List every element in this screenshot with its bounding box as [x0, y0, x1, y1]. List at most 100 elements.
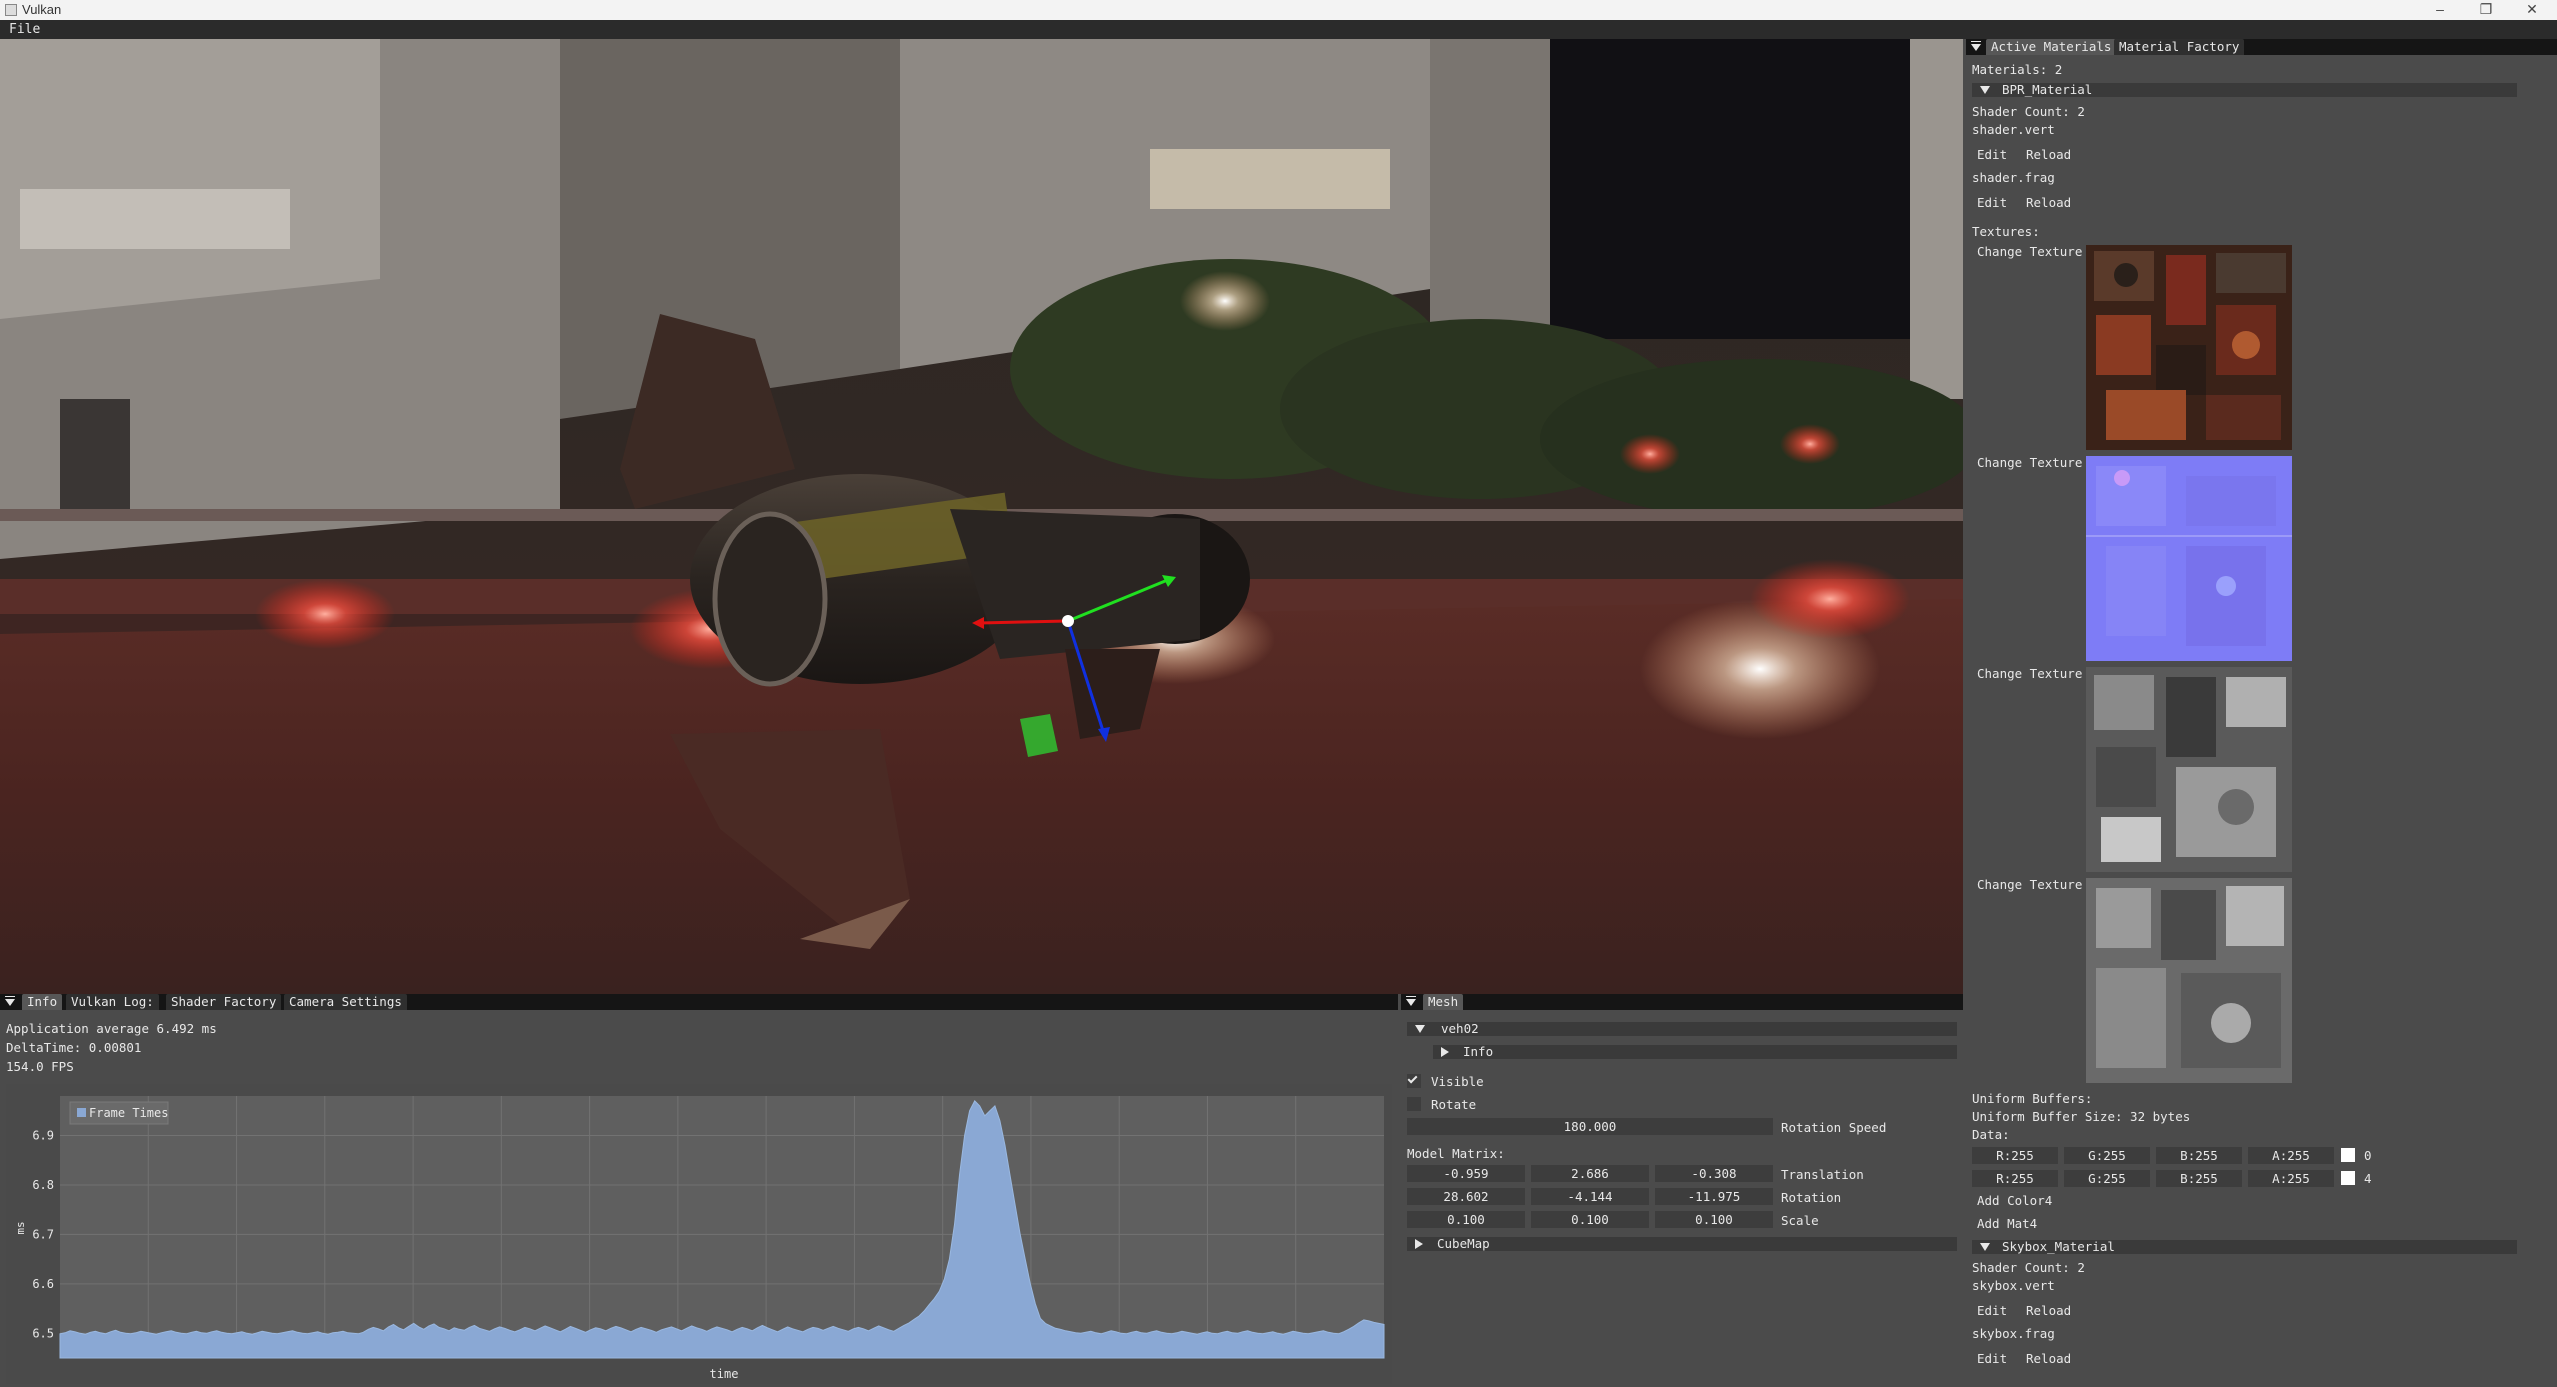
- app-icon: [5, 4, 17, 16]
- mesh-name: veh02: [1441, 1021, 1479, 1036]
- add-mat4-button[interactable]: Add Mat4: [1972, 1216, 2043, 1233]
- minimize-icon[interactable]: –: [2417, 0, 2463, 20]
- materials-panel: Materials: 2 BPR_Material Shader Count: …: [1966, 55, 2557, 1387]
- skybox-vert-reload-button[interactable]: Reload: [2021, 1303, 2077, 1320]
- tab-active-materials[interactable]: Active Materials: [1986, 39, 2117, 55]
- pbr-material-name: BPR_Material: [2002, 82, 2093, 97]
- window-menu-icon[interactable]: [1968, 39, 1982, 55]
- cubemap-header[interactable]: CubeMap: [1407, 1237, 1957, 1251]
- frame-times-plot[interactable]: 6.5 6.6 6.7 6.8 6.9 Frame Times time ms: [6, 1084, 1392, 1384]
- color-row0-b-field[interactable]: B:255: [2156, 1147, 2242, 1164]
- translation-label: Translation: [1781, 1167, 1864, 1182]
- window-title: Vulkan: [22, 2, 62, 17]
- menu-file[interactable]: File: [9, 22, 40, 37]
- color-row1-r-field[interactable]: R:255: [1972, 1170, 2058, 1187]
- translation-y-field[interactable]: 2.686: [1531, 1165, 1649, 1182]
- rotation-speed-slider[interactable]: 180.000: [1407, 1118, 1773, 1135]
- pbr-vert-reload-button[interactable]: Reload: [2021, 147, 2077, 164]
- change-texture-button-metallic[interactable]: Change Texture: [1972, 877, 2088, 894]
- color-row1-swatch[interactable]: [2341, 1171, 2355, 1185]
- expanded-arrow-icon: [1980, 86, 1990, 94]
- tab-info[interactable]: Info: [22, 994, 63, 1010]
- tab-shader-factory[interactable]: Shader Factory: [166, 994, 282, 1010]
- mesh-tab-bar: Mesh: [1401, 994, 1963, 1010]
- uniform-buffers-label: Uniform Buffers:: [1972, 1091, 2093, 1106]
- translation-z-field[interactable]: -0.308: [1655, 1165, 1773, 1182]
- tab-vulkan-log[interactable]: Vulkan Log:: [66, 994, 159, 1010]
- skybox-shader-count: Shader Count: 2: [1972, 1260, 2085, 1275]
- color-row1-g-field[interactable]: G:255: [2064, 1170, 2150, 1187]
- visible-checkbox[interactable]: [1407, 1073, 1421, 1088]
- scale-x-field[interactable]: 0.100: [1407, 1211, 1525, 1228]
- scale-z-field[interactable]: 0.100: [1655, 1211, 1773, 1228]
- rotation-x-field[interactable]: 28.602: [1407, 1188, 1525, 1205]
- plot-legend: Frame Times: [69, 1101, 169, 1125]
- rotation-y-field[interactable]: -4.144: [1531, 1188, 1649, 1205]
- pbr-vert-shader-name: shader.vert: [1972, 122, 2055, 137]
- collapsed-arrow-icon: [1415, 1239, 1423, 1249]
- restore-icon[interactable]: ❐: [2463, 0, 2509, 20]
- add-color4-button[interactable]: Add Color4: [1972, 1193, 2058, 1210]
- delta-time-text: DeltaTime: 0.00801: [6, 1040, 142, 1055]
- scale-y-field[interactable]: 0.100: [1531, 1211, 1649, 1228]
- skybox-vert-edit-button[interactable]: Edit: [1972, 1303, 2013, 1320]
- color-row1-b-field[interactable]: B:255: [2156, 1170, 2242, 1187]
- y-tick-label: 6.8: [32, 1178, 54, 1192]
- uniform-buffer-size: Uniform Buffer Size: 32 bytes: [1972, 1109, 2191, 1124]
- mesh-panel: veh02 Info Visible Rotate 180.000 Rotati…: [1401, 1010, 1963, 1387]
- change-texture-button-normal[interactable]: Change Texture: [1972, 455, 2088, 472]
- model-matrix-label: Model Matrix:: [1407, 1146, 1505, 1161]
- skybox-frag-reload-button[interactable]: Reload: [2021, 1351, 2077, 1368]
- color-row1-a-field[interactable]: A:255: [2248, 1170, 2334, 1187]
- expanded-arrow-icon: [1415, 1025, 1425, 1033]
- roughness-texture-thumbnail[interactable]: [2086, 667, 2292, 872]
- textures-label: Textures:: [1972, 224, 2040, 239]
- albedo-texture-thumbnail[interactable]: [2086, 245, 2292, 450]
- skybox-material-name: Skybox_Material: [2002, 1239, 2115, 1254]
- window-menu-icon[interactable]: [2, 994, 16, 1010]
- color-row0-a-field[interactable]: A:255: [2248, 1147, 2334, 1164]
- info-panel: Application average 6.492 ms DeltaTime: …: [0, 1010, 1398, 1387]
- materials-tab-bar: Active Materials Material Factory: [1966, 39, 2557, 55]
- color-row0-g-field[interactable]: G:255: [2064, 1147, 2150, 1164]
- skybox-vert-shader-name: skybox.vert: [1972, 1278, 2055, 1293]
- collapsed-arrow-icon: [1441, 1047, 1449, 1057]
- y-tick-label: 6.6: [32, 1277, 54, 1291]
- normal-texture-thumbnail[interactable]: [2086, 456, 2292, 661]
- skybox-material-header[interactable]: Skybox_Material: [1972, 1240, 2517, 1254]
- pbr-frag-reload-button[interactable]: Reload: [2021, 195, 2077, 212]
- y-axis-label: ms: [14, 1221, 27, 1234]
- window-title-bar: Vulkan – ❐ ✕: [0, 0, 2557, 20]
- pbr-material-header[interactable]: BPR_Material: [1972, 83, 2517, 97]
- translation-x-field[interactable]: -0.959: [1407, 1165, 1525, 1182]
- scene-viewport[interactable]: [0, 39, 1963, 994]
- color-row0-swatch[interactable]: [2341, 1148, 2355, 1162]
- color-row0-r-field[interactable]: R:255: [1972, 1147, 2058, 1164]
- close-icon[interactable]: ✕: [2509, 0, 2555, 20]
- rotate-checkbox[interactable]: [1407, 1097, 1421, 1111]
- pbr-frag-edit-button[interactable]: Edit: [1972, 195, 2013, 212]
- tab-camera-settings[interactable]: Camera Settings: [284, 994, 407, 1010]
- materials-count: Materials: 2: [1972, 62, 2063, 77]
- info-tab-bar: Info Vulkan Log: Shader Factory Camera S…: [0, 994, 1398, 1010]
- change-texture-button-roughness[interactable]: Change Texture: [1972, 666, 2088, 683]
- scale-label: Scale: [1781, 1213, 1819, 1228]
- rotation-label: Rotation: [1781, 1190, 1842, 1205]
- change-texture-button-albedo[interactable]: Change Texture: [1972, 244, 2088, 261]
- rotation-z-field[interactable]: -11.975: [1655, 1188, 1773, 1205]
- pbr-frag-shader-name: shader.frag: [1972, 170, 2055, 185]
- mesh-info-header[interactable]: Info: [1433, 1045, 1957, 1059]
- window-menu-icon[interactable]: [1403, 994, 1417, 1010]
- mesh-info-label: Info: [1463, 1044, 1494, 1059]
- tab-mesh[interactable]: Mesh: [1423, 994, 1464, 1010]
- pbr-vert-edit-button[interactable]: Edit: [1972, 147, 2013, 164]
- expanded-arrow-icon: [1980, 1243, 1990, 1251]
- mesh-node-header[interactable]: veh02: [1407, 1022, 1957, 1036]
- legend-swatch: [77, 1108, 86, 1117]
- y-tick-label: 6.7: [32, 1227, 54, 1241]
- skybox-frag-edit-button[interactable]: Edit: [1972, 1351, 2013, 1368]
- metallic-texture-thumbnail[interactable]: [2086, 878, 2292, 1083]
- tab-material-factory[interactable]: Material Factory: [2114, 39, 2245, 55]
- x-axis-label: time: [710, 1367, 739, 1381]
- check-icon: [1407, 1073, 1418, 1084]
